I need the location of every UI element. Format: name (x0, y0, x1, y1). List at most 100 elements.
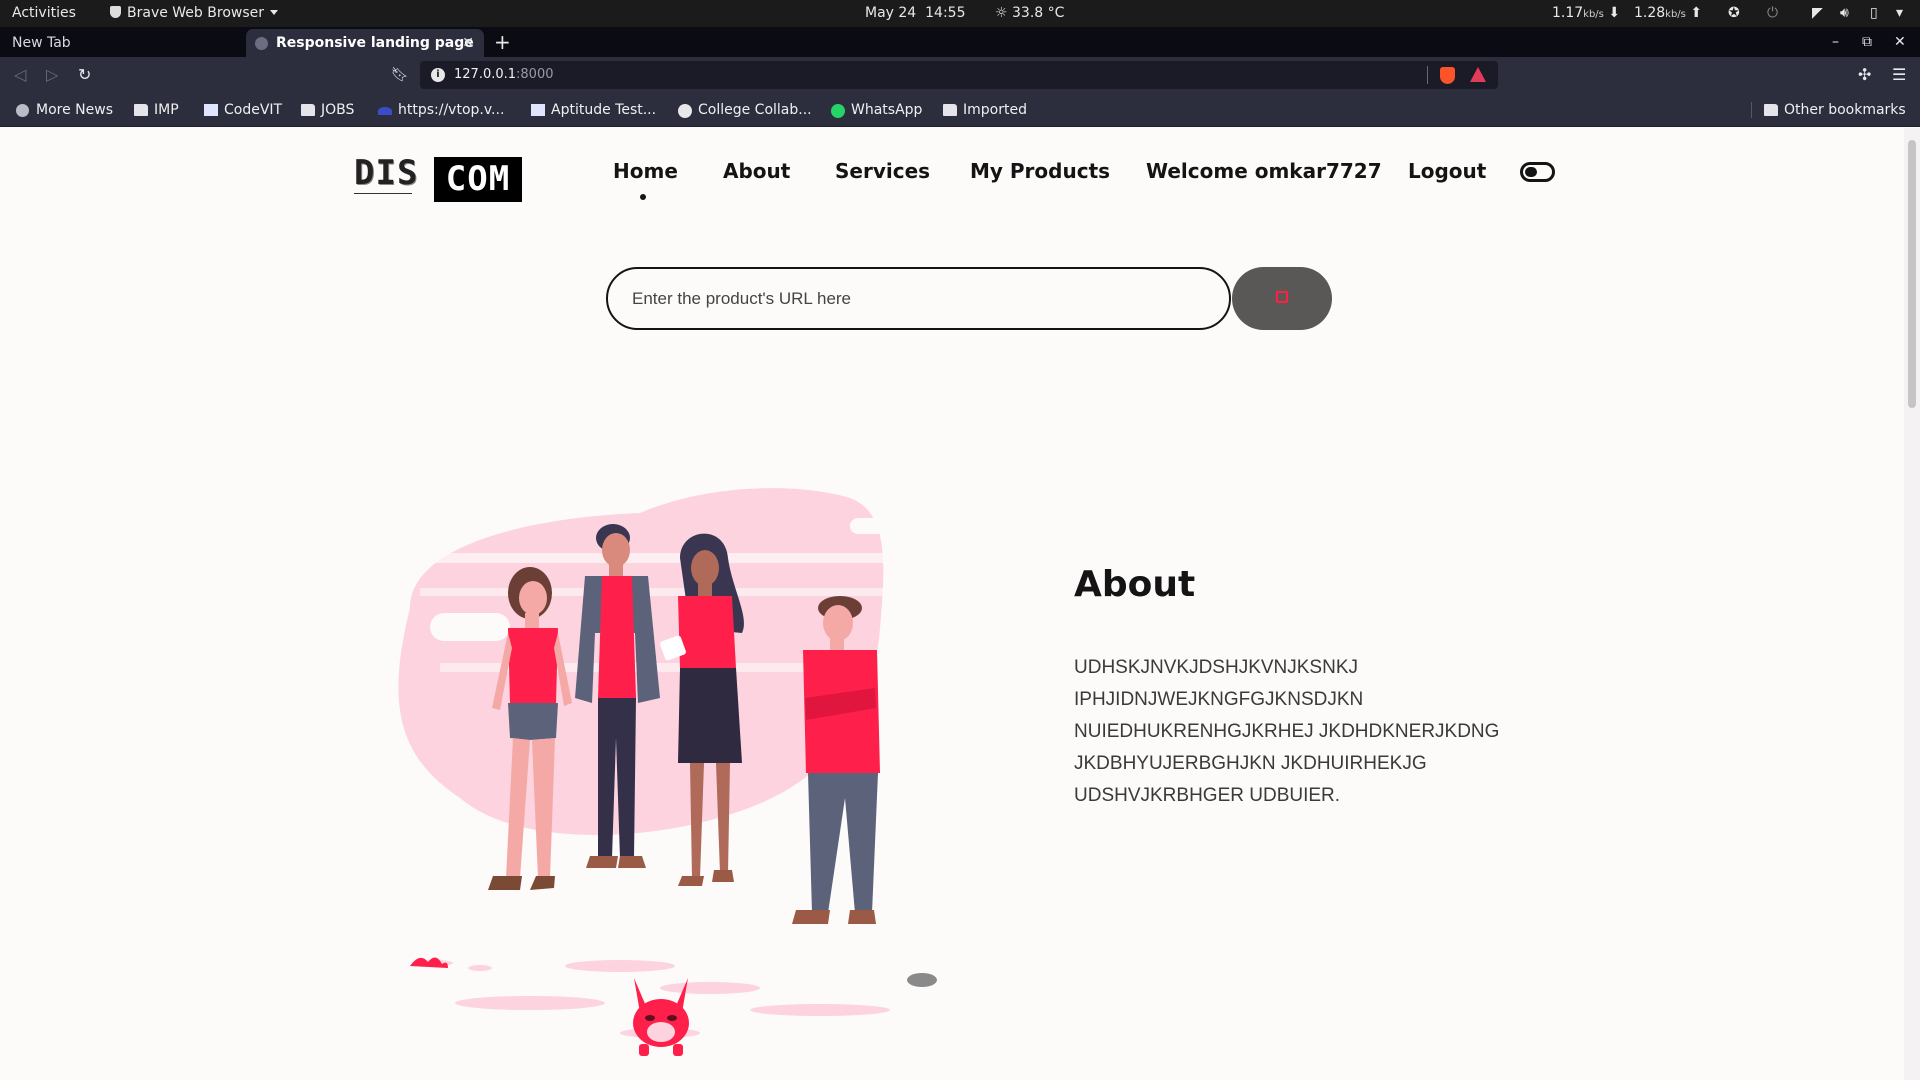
url-host: 127.0.0.1 (454, 67, 517, 82)
rock-icon (907, 973, 937, 987)
date-label: May 24 (865, 5, 917, 21)
bookmark-label: https://vtop.v... (398, 102, 505, 118)
time-label: 14:55 (925, 5, 966, 21)
tab-responsive-landing-page[interactable]: Responsive landing page ✕ (246, 29, 484, 57)
bookmark-imp[interactable]: IMP (132, 93, 179, 127)
toggle-knob (1525, 167, 1537, 177)
net-down-value: 1.17 (1552, 5, 1584, 21)
extensions-icon[interactable]: ✣ (1858, 57, 1871, 93)
battery-icon[interactable]: ▯ (1870, 0, 1878, 27)
app-menu[interactable]: Brave Web Browser (110, 0, 278, 27)
net-speed-up: 1.28kb/s ⬆ (1634, 0, 1702, 27)
logo-text-dis: DIS (354, 153, 419, 193)
url-port: :8000 (516, 67, 554, 82)
bookmark-vtop[interactable]: https://vtop.v... (376, 93, 504, 127)
net-down-unit: kb/s (1583, 9, 1604, 20)
doc-icon (204, 104, 218, 116)
bookmark-label: IMP (154, 102, 179, 118)
forward-icon[interactable]: ▷ (46, 57, 58, 93)
app-menu-label: Brave Web Browser (127, 5, 264, 21)
site-info-icon[interactable]: i (431, 68, 445, 82)
clock[interactable]: May 24 14:55 (865, 0, 965, 27)
bag-icon (1276, 291, 1288, 303)
tab-title: Responsive landing page (276, 35, 474, 51)
bookmark-codevit[interactable]: CodeVIT (202, 93, 282, 127)
nav-logout[interactable]: Logout (1408, 159, 1486, 189)
bookmarks-bar: More News IMP CodeVIT JOBS https://vtop.… (0, 93, 1920, 127)
whatsapp-icon (831, 104, 845, 118)
tab-strip: New Tab Responsive landing page ✕ + – ⧉ … (0, 27, 1920, 57)
nav-services[interactable]: Services (835, 159, 930, 189)
divider (1751, 102, 1752, 118)
bookmark-imported[interactable]: Imported (941, 93, 1027, 127)
net-up-value: 1.28 (1634, 5, 1666, 21)
bookmark-label: JOBS (321, 102, 355, 118)
bookmark-icon[interactable]: 🔖︎ (391, 57, 409, 93)
bookmark-whatsapp[interactable]: WhatsApp (829, 93, 922, 127)
address-bar[interactable]: i 127.0.0.1:8000 (420, 61, 1498, 89)
other-bookmarks-label: Other bookmarks (1784, 102, 1906, 118)
bookmark-label: WhatsApp (851, 102, 923, 118)
about-line: NUIEDHUKRENHGJKRHEJ JKDHDKNERJKDNG (1074, 721, 1500, 742)
sun-icon: ☼ (995, 5, 1008, 21)
product-url-input[interactable] (606, 267, 1231, 330)
net-up-unit: kb/s (1665, 9, 1686, 20)
back-icon[interactable]: ◁ (14, 57, 26, 93)
activities-button[interactable]: Activities (12, 0, 76, 27)
nav-home[interactable]: Home (613, 159, 678, 189)
chevron-down-icon (270, 10, 278, 15)
weather-label: 33.8 °C (1012, 5, 1065, 21)
globe-icon (255, 37, 268, 50)
other-bookmarks[interactable]: Other bookmarks (1762, 93, 1906, 127)
menu-icon[interactable]: ☰ (1892, 57, 1906, 93)
page-viewport: DIS COM Home About Services My Products … (0, 128, 1904, 1080)
power-icon[interactable]: ⏻ (1767, 0, 1778, 27)
doc-icon (531, 104, 545, 116)
bookmark-jobs[interactable]: JOBS (299, 93, 354, 127)
logo-underline (354, 193, 412, 194)
about-line: UDHSKJNVKJDSHJKVNJKSNKJ (1074, 657, 1358, 678)
weather-indicator[interactable]: ☼ 33.8 °C (995, 0, 1064, 27)
close-window-icon[interactable]: ✕ (1894, 27, 1906, 57)
url-text[interactable]: 127.0.0.1:8000 (454, 61, 554, 89)
nav-about[interactable]: About (723, 159, 790, 189)
system-top-bar: Activities Brave Web Browser May 24 14:5… (0, 0, 1920, 27)
system-menu-chevron-icon[interactable]: ▾ (1896, 0, 1903, 27)
bookmark-label: Aptitude Test... (551, 102, 657, 118)
bookmark-college-collab[interactable]: College Collab... (676, 93, 812, 127)
brave-shields-icon[interactable] (1440, 67, 1455, 84)
page-scrollbar[interactable] (1904, 128, 1920, 1080)
minimize-icon[interactable]: – (1832, 27, 1839, 57)
folder-icon (134, 104, 148, 116)
arrow-down-icon: ⬇ (1608, 5, 1621, 21)
bookmark-label: More News (36, 102, 113, 118)
wifi-icon[interactable]: ◤ (1812, 0, 1823, 27)
divider (1427, 66, 1428, 84)
nav-my-products[interactable]: My Products (970, 159, 1110, 189)
nav-welcome-user[interactable]: Welcome omkar7727 (1146, 159, 1382, 189)
new-tab-button[interactable]: + (494, 27, 511, 57)
scrollbar-thumb[interactable] (1908, 140, 1916, 408)
reload-icon[interactable]: ↻ (78, 57, 91, 93)
brave-rewards-icon[interactable] (1470, 67, 1486, 82)
arrow-up-icon: ⬆ (1690, 5, 1703, 21)
search-button[interactable] (1232, 267, 1332, 330)
about-paragraph: UDHSKJNVKJDSHJKVNJKSNKJ IPHJIDNJWEJKNGFG… (1074, 652, 1534, 812)
people-illustration (398, 488, 937, 1056)
teams-icon[interactable]: ✪ (1728, 0, 1740, 27)
net-speed-down: 1.17kb/s ⬇ (1552, 0, 1620, 27)
restore-icon[interactable]: ⧉ (1862, 27, 1872, 57)
tab-new-tab[interactable]: New Tab (0, 29, 242, 57)
about-line: IPHJIDNJWEJKNGFGJKNSDJKN (1074, 689, 1364, 710)
tab-title: New Tab (12, 35, 71, 51)
folder-icon (301, 104, 315, 116)
brave-icon (110, 6, 121, 18)
logo-text-com: COM (434, 157, 522, 202)
theme-toggle[interactable] (1520, 162, 1555, 182)
volume-icon[interactable]: 🔊︎ (1840, 0, 1849, 27)
close-tab-icon[interactable]: ✕ (462, 29, 474, 57)
bookmark-label: Imported (963, 102, 1027, 118)
bookmark-aptitude-test[interactable]: Aptitude Test... (529, 93, 656, 127)
bookmark-more-news[interactable]: More News (14, 93, 113, 127)
about-line: JKDBHYUJERBGHJKN JKDHUIRHEKJG (1074, 753, 1427, 774)
